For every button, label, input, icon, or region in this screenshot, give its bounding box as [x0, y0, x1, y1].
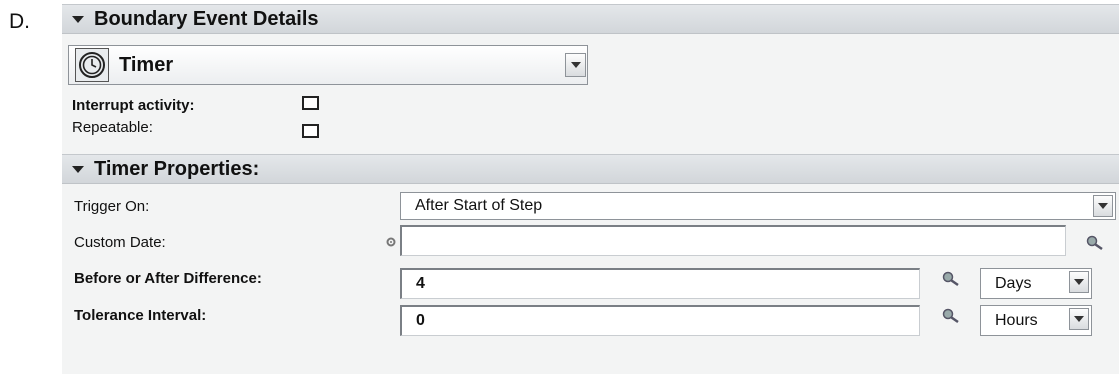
tolerance-label: Tolerance Interval: [74, 307, 207, 324]
event-type-select[interactable]: Timer [68, 45, 588, 85]
difference-unit-select[interactable]: Days [980, 268, 1092, 299]
collapse-triangle-icon[interactable] [72, 15, 84, 23]
repeatable-checkbox[interactable] [302, 124, 319, 138]
chevron-down-icon [1074, 316, 1084, 322]
tolerance-unit-value: Hours [995, 311, 1038, 329]
magnifier-icon[interactable] [940, 307, 962, 325]
interrupt-activity-checkbox[interactable] [302, 96, 319, 110]
timer-properties-title: Timer Properties: [94, 157, 260, 180]
chevron-down-icon [1098, 203, 1108, 209]
boundary-event-details-header[interactable]: Boundary Event Details [62, 4, 1119, 34]
clock-icon [75, 48, 109, 82]
option-letter: D. [9, 10, 30, 33]
magnifier-icon[interactable] [940, 270, 962, 288]
trigger-on-dropdown-button[interactable] [1093, 195, 1113, 217]
trigger-on-value: After Start of Step [415, 197, 543, 214]
boundary-event-panel: Boundary Event Details Timer Interrupt a… [62, 4, 1119, 374]
difference-label: Before or After Difference: [74, 270, 262, 287]
magnifier-icon[interactable] [1084, 234, 1106, 252]
gear-icon [386, 237, 396, 247]
difference-value: 4 [416, 275, 425, 292]
event-type-dropdown-button[interactable] [565, 53, 586, 77]
boundary-event-details-title: Boundary Event Details [94, 7, 319, 30]
tolerance-unit-select[interactable]: Hours [980, 305, 1092, 336]
custom-date-label: Custom Date: [74, 234, 166, 251]
difference-unit-dropdown-button[interactable] [1069, 271, 1089, 293]
repeatable-label: Repeatable: [72, 119, 153, 136]
collapse-triangle-icon[interactable] [72, 165, 84, 173]
event-type-label: Timer [119, 53, 174, 76]
chevron-down-icon [1074, 279, 1084, 285]
custom-date-input[interactable] [400, 225, 1066, 256]
tolerance-unit-dropdown-button[interactable] [1069, 308, 1089, 330]
chevron-down-icon [570, 62, 581, 68]
timer-properties-header[interactable]: Timer Properties: [62, 154, 1119, 184]
difference-input[interactable]: 4 [400, 268, 920, 299]
trigger-on-label: Trigger On: [74, 198, 150, 215]
difference-unit-value: Days [995, 274, 1032, 292]
interrupt-activity-label: Interrupt activity: [72, 97, 195, 114]
tolerance-input[interactable]: 0 [400, 305, 920, 336]
tolerance-value: 0 [416, 312, 425, 329]
trigger-on-select[interactable]: After Start of Step [400, 192, 1116, 220]
